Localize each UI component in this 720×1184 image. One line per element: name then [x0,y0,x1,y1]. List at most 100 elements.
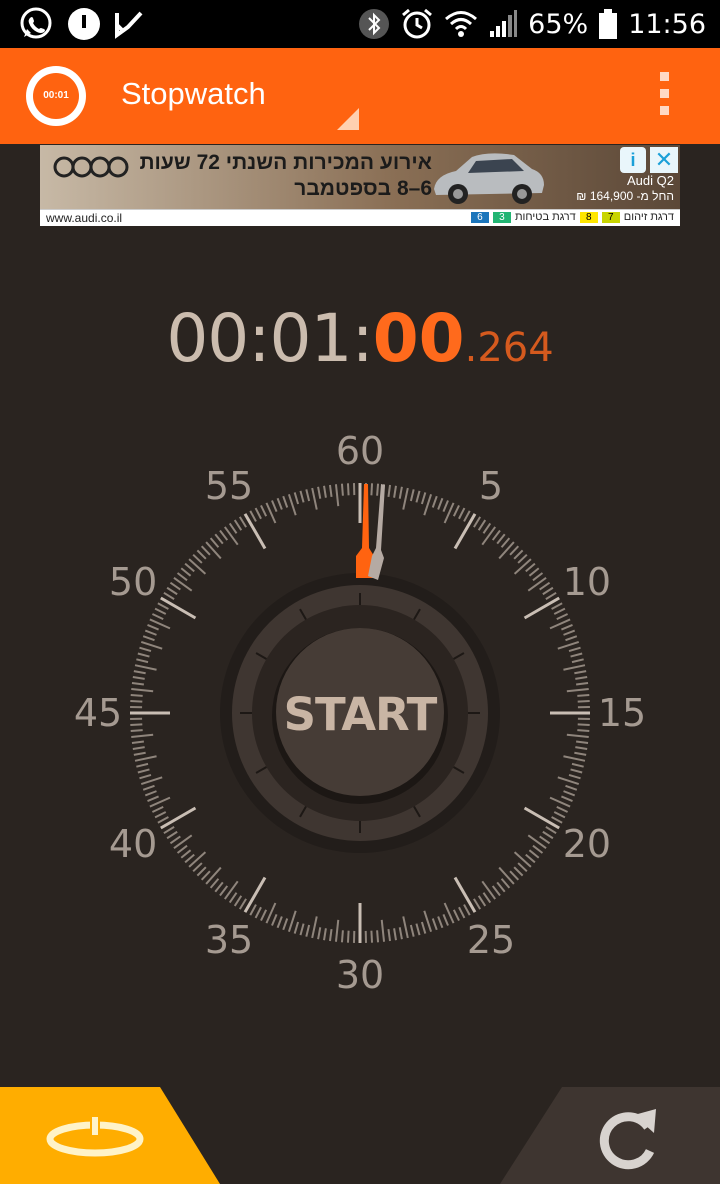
reset-button[interactable] [500,1087,720,1184]
dial-tick [238,516,247,528]
dial-tick [323,928,327,941]
dial-tick [287,910,297,933]
ad-rating-box: 8 [579,211,598,223]
dial-tick [551,602,563,610]
dial-tick [340,930,344,943]
dial-tick [346,483,350,496]
dial-tick [568,646,581,653]
dial-tick [163,591,175,600]
dial-tick [144,790,157,797]
dial-tick [173,834,193,849]
ad-price: החל מ- 164,900 ₪ [576,189,674,203]
dial-tick [387,484,392,497]
dial-tick [176,844,188,854]
dial-tick [491,885,501,897]
dial-tick [563,755,586,762]
status-right-icons: 65% 11:56 [358,0,706,48]
menu-dot-icon [659,89,669,98]
wifi-icon [445,11,478,37]
dial-tick [431,918,438,931]
dial-tick [539,835,551,845]
dial-tick [473,516,482,528]
dial-tick [133,670,146,675]
dial-tick [370,930,374,943]
dial-tick [154,607,167,615]
dial-tick [192,553,203,564]
ad-close-icon[interactable]: ✕ [650,147,678,173]
dial-tick [563,629,576,636]
dial-tick [134,664,157,671]
dial-tick [481,526,496,546]
dial-tick [166,830,178,840]
dial-tick [249,904,257,916]
dial-tick [151,613,164,621]
bluetooth-icon [359,9,390,39]
ad-rating-box: 6 [470,211,489,223]
dial-tick [180,567,192,577]
dial-tick [147,795,159,802]
dial-tick [200,545,211,556]
start-button[interactable] [276,628,444,796]
dial-tick [477,895,487,907]
dial-tick [133,751,146,756]
dial-tick [437,916,444,929]
dial-tick [551,816,563,824]
dial-tick [532,572,544,582]
menu-dot-icon [659,72,669,81]
dial-tick [482,892,492,904]
ad-banner[interactable]: אירוע המכירות השנתי 72 שעות 6–8 בספטמבר … [40,145,680,226]
elapsed-time-display: 00:01:00.264 [0,300,720,377]
dial-tick [205,541,222,560]
overflow-menu-button[interactable] [656,72,672,122]
dial-tick [553,811,566,819]
app-title[interactable]: Stopwatch [121,76,266,112]
dial-tick [442,914,449,926]
dial-tick [565,784,578,791]
dial-tick [509,870,520,881]
dial-tick [496,881,506,893]
dropdown-indicator-icon[interactable] [337,108,359,130]
dial-label: 5 [479,464,503,508]
app-bar: 00:01 Stopwatch [0,48,720,144]
battery-icon [599,9,618,39]
dial-tick [131,740,144,745]
dial-tick [209,878,220,889]
dial-tick [287,493,297,516]
status-bar: 65% 11:56 [0,0,720,48]
dial-label: 50 [109,560,157,604]
dial-tick [166,586,178,596]
dial-tick [142,784,155,791]
dial-tick [209,537,220,548]
dial-tick [577,723,590,727]
dial-tick [317,486,322,499]
dial-tick [561,624,573,631]
dial-tick [370,483,374,496]
dial-tick [498,866,515,885]
dial-tick [334,919,340,942]
dial-tick [574,670,587,675]
dial-tick [570,652,583,658]
dial-tick [192,862,203,873]
task-check-icon [115,11,143,39]
dial-tick [398,486,403,499]
dial-tick [380,919,386,942]
dial-tick [173,577,193,592]
ad-info-icon[interactable]: i [620,147,646,173]
dial-label: 10 [563,560,611,604]
dial-label: 25 [467,918,515,962]
dial-tick [409,924,415,937]
dial-tick [299,490,305,503]
dial-tick [169,835,181,845]
dial-tick [233,895,243,907]
dial-tick [498,541,515,560]
dial-tick [254,507,262,520]
ad-rating-box: 3 [492,211,511,223]
lap-button[interactable] [0,1087,220,1184]
dial-tick [491,529,501,541]
dial-tick [219,885,229,897]
dial-tick [423,910,433,933]
dial-tick [293,492,300,505]
dial-tick [463,904,471,916]
car-image [434,153,544,204]
dial-tick [136,658,149,664]
